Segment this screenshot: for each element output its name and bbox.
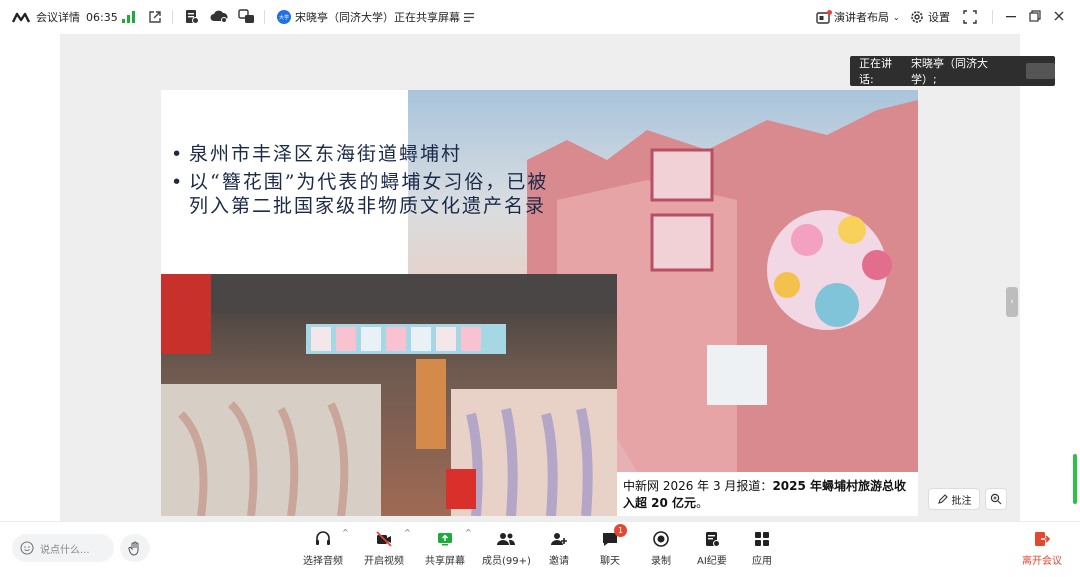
gear-icon (910, 10, 924, 24)
ai-notes-icon (703, 530, 721, 548)
sharer-text: 宋晓亭（同济大学）正在共享屏幕 (295, 11, 460, 24)
slide-caption: 中新网 2026 年 3 月报道：2025 年蟳埔村旅游总收入超 20 亿元。 (617, 472, 918, 516)
members-button[interactable]: 成员(99+) (482, 530, 531, 567)
members-icon (496, 530, 516, 548)
leave-meeting-button[interactable]: 离开会议 (1022, 530, 1062, 567)
leave-icon (1033, 530, 1051, 548)
meeting-details-button[interactable]: 会议详情 (12, 9, 80, 25)
audio-options-icon[interactable]: ^ (342, 528, 349, 537)
side-panel-toggle[interactable]: ‹ (1006, 287, 1018, 317)
ai-notes-button[interactable]: AI纪要 (697, 530, 727, 567)
app-logo-icon (12, 11, 32, 23)
pen-icon (937, 493, 949, 505)
divider (992, 10, 993, 24)
video-button[interactable]: 开启视频 (364, 530, 404, 567)
meeting-details-label: 会议详情 (36, 11, 80, 24)
signal-icon[interactable] (122, 11, 136, 23)
add-user-icon (550, 530, 568, 548)
chat-label: 聊天 (600, 556, 620, 567)
speaking-name: 宋晓亭（同济大学）; (911, 57, 989, 86)
speaking-label: 正在讲话: (859, 57, 892, 86)
bullet-text: 以“簪花围”为代表的蟳埔女习俗，已被列入第二批国家级非物质文化遗产名录 (189, 171, 549, 217)
ai-notes-label: AI纪要 (697, 556, 727, 567)
menu-icon (464, 12, 474, 22)
apps-grid-icon (753, 530, 771, 548)
apps-button[interactable]: 应用 (752, 530, 772, 567)
zoom-in-icon (990, 493, 1002, 505)
chevron-left-icon: ‹ (1010, 297, 1014, 307)
record-label: 录制 (651, 556, 671, 567)
shared-screen-area: 正在讲话: 宋晓亭（同济大学）; • 泉州市丰泽区东海街道蟳埔村 • 以“簪花围… (60, 34, 1055, 521)
chat-unread-badge: 1 (614, 524, 627, 537)
hand-icon (128, 541, 142, 556)
top-bar: 会议详情 06:35 大学 宋晓亭（同济大学）正在共享屏幕 演讲者布局 ⌄ 设置 (0, 0, 1080, 34)
layout-label: 演讲者布局 (834, 11, 889, 24)
raise-hand-button[interactable] (120, 534, 150, 562)
emoji-icon (20, 541, 34, 555)
screen-share-status-icon[interactable] (238, 9, 255, 24)
leave-label: 离开会议 (1022, 556, 1062, 567)
cloud-icon[interactable] (210, 9, 228, 24)
members-label: 成员(99+) (482, 556, 531, 567)
chat-icon: 1 (601, 524, 627, 548)
sharer-status[interactable]: 大学 宋晓亭（同济大学）正在共享屏幕 (277, 9, 474, 25)
settings-button[interactable]: 设置 (910, 9, 950, 25)
layout-dropdown[interactable]: 演讲者布局 ⌄ (816, 9, 900, 25)
slide-bullets: • 泉州市丰泽区东海街道蟳埔村 • 以“簪花围”为代表的蟳埔女习俗，已被列入第二批国… (171, 142, 556, 218)
invite-label: 邀请 (549, 556, 569, 567)
scroll-indicator[interactable] (1073, 454, 1077, 504)
audio-label: 选择音频 (303, 556, 343, 567)
chat-placeholder: 说点什么... (40, 544, 90, 556)
annotate-label: 批注 (951, 495, 972, 507)
apps-label: 应用 (752, 556, 772, 567)
video-label: 开启视频 (364, 556, 404, 567)
caption-end: 。 (696, 496, 709, 510)
chevron-down-icon: ⌄ (893, 12, 900, 22)
external-link-icon[interactable] (148, 10, 162, 24)
presentation-slide: • 泉州市丰泽区东海街道蟳埔村 • 以“簪花围”为代表的蟳埔女习俗，已被列入第二批国… (161, 90, 918, 516)
bullet-text: 泉州市丰泽区东海街道蟳埔村 (189, 143, 463, 165)
share-screen-label: 共享屏幕 (425, 556, 465, 567)
fullscreen-icon[interactable] (963, 10, 977, 24)
video-options-icon[interactable]: ^ (404, 528, 411, 537)
audio-button[interactable]: 选择音频 (303, 530, 343, 567)
share-options-icon[interactable]: ^ (465, 528, 472, 537)
chat-button[interactable]: 1 聊天 (600, 524, 627, 567)
hairpin-shop-photo (161, 274, 617, 516)
close-icon[interactable] (1053, 10, 1065, 22)
headset-icon (314, 530, 332, 548)
minimize-icon[interactable] (1005, 10, 1017, 22)
layout-icon (816, 9, 832, 24)
zoom-button[interactable] (985, 488, 1007, 510)
divider (264, 10, 265, 24)
speaker-video-thumbnail (1026, 63, 1055, 79)
divider (172, 10, 173, 24)
settings-label: 设置 (928, 11, 950, 24)
restore-icon[interactable] (1029, 10, 1041, 22)
share-screen-button[interactable]: 共享屏幕 (425, 530, 465, 567)
chat-input[interactable]: 说点什么... (12, 534, 114, 562)
bullet-item: • 泉州市丰泽区东海街道蟳埔村 (171, 143, 463, 165)
annotate-button[interactable]: 批注 (928, 488, 980, 510)
document-icon[interactable] (184, 9, 199, 24)
invite-button[interactable]: 邀请 (549, 530, 569, 567)
speaking-indicator: 正在讲话: 宋晓亭（同济大学）; (850, 56, 1055, 86)
record-button[interactable]: 录制 (651, 530, 671, 567)
sharer-avatar: 大学 (277, 10, 291, 24)
bottom-toolbar: 说点什么... 选择音频 ^ 开启视频 ^ 共享屏幕 ^ 成员(99+) 邀请 … (0, 521, 1080, 577)
record-icon (652, 530, 670, 548)
bullet-item: • 以“簪花围”为代表的蟳埔女习俗，已被列入第二批国家级非物质文化遗产名录 (171, 171, 549, 217)
caption-source: 中新网 2026 年 3 月报道： (623, 479, 773, 493)
camera-off-icon (375, 530, 393, 548)
share-screen-icon (436, 530, 454, 548)
meeting-time: 06:35 (86, 10, 118, 24)
